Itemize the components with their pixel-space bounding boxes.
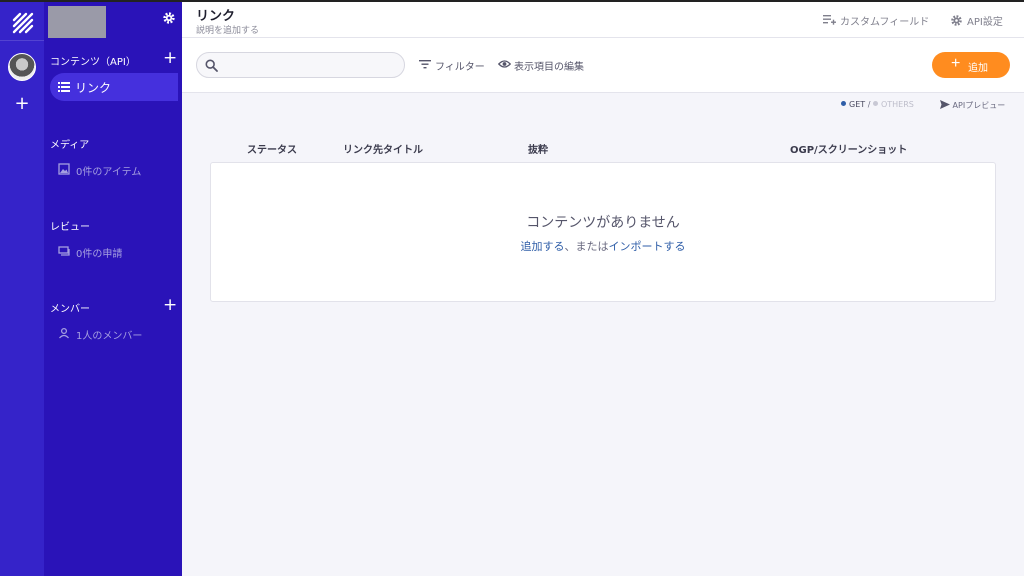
gear-icon bbox=[951, 15, 962, 26]
sidebar-item-label: 0件の申請 bbox=[76, 249, 123, 260]
empty-state-title: コンテンツがありません bbox=[526, 215, 680, 231]
service-avatar[interactable] bbox=[8, 53, 36, 81]
others-dot-icon bbox=[872, 101, 878, 106]
search-box bbox=[196, 52, 405, 78]
image-icon bbox=[58, 163, 70, 175]
others-label: OTHERS bbox=[880, 100, 914, 109]
custom-fields-label: カスタムフィールド bbox=[840, 17, 930, 28]
page-title: リンク bbox=[196, 9, 236, 24]
method-separator: / bbox=[867, 100, 871, 109]
api-settings-label: API設定 bbox=[967, 17, 1003, 28]
microcms-logo-icon[interactable] bbox=[10, 10, 34, 34]
filter-icon bbox=[419, 60, 431, 69]
edit-display-label: 表示項目の編集 bbox=[514, 62, 584, 73]
add-service-icon[interactable]: + bbox=[14, 95, 30, 113]
sidebar-item-label: リンク bbox=[75, 81, 112, 95]
list-icon bbox=[58, 82, 70, 92]
column-header-ogp[interactable]: OGP/スクリーンショット bbox=[790, 141, 907, 156]
add-api-icon[interactable]: + bbox=[163, 50, 177, 67]
get-label: GET bbox=[849, 100, 866, 109]
plus-icon: + bbox=[951, 55, 961, 72]
add-member-icon[interactable]: + bbox=[163, 297, 177, 314]
custom-field-icon bbox=[823, 15, 836, 25]
page-header: リンク 説明を追加する カスタムフィールド API設定 bbox=[182, 0, 1024, 38]
service-thumbnail[interactable] bbox=[48, 6, 106, 38]
rail-divider bbox=[0, 40, 44, 41]
add-description-link[interactable]: 説明を追加する bbox=[196, 23, 259, 36]
toolbar: フィルター 表示項目の編集 + 追加 bbox=[182, 38, 1024, 93]
review-header: レビュー bbox=[50, 222, 90, 233]
search-input[interactable] bbox=[223, 56, 398, 74]
sidebar-item-label: 0件のアイテム bbox=[76, 167, 142, 178]
import-link[interactable]: インポートする bbox=[609, 240, 686, 253]
sidebar-item-link[interactable]: リンク bbox=[50, 73, 178, 101]
gear-icon[interactable] bbox=[162, 11, 176, 25]
get-dot-icon bbox=[841, 101, 846, 106]
content-list-card: コンテンツがありません 追加する、またはインポートする bbox=[210, 162, 996, 302]
api-preview-link[interactable]: APIプレビュー bbox=[940, 100, 1005, 111]
column-header-status[interactable]: ステータス bbox=[247, 141, 297, 156]
column-header-excerpt[interactable]: 抜粋 bbox=[528, 141, 548, 156]
media-header: メディア bbox=[50, 140, 90, 151]
app-rail: + bbox=[0, 0, 44, 576]
search-icon bbox=[205, 59, 218, 72]
person-icon bbox=[59, 327, 69, 339]
filter-label: フィルター bbox=[435, 62, 485, 73]
add-content-link[interactable]: 追加する bbox=[521, 240, 565, 253]
column-header-link-title[interactable]: リンク先タイトル bbox=[343, 141, 423, 156]
send-icon bbox=[940, 100, 950, 109]
add-label: 追加 bbox=[968, 63, 988, 74]
members-header: メンバー bbox=[50, 304, 90, 315]
api-preview-label: APIプレビュー bbox=[952, 101, 1006, 110]
eye-icon bbox=[498, 60, 511, 68]
empty-state-actions: 追加する、またはインポートする bbox=[211, 238, 995, 254]
sidebar: コンテンツ（API） + リンク メディア 0件のアイテム レビュー 0件の申請… bbox=[44, 0, 182, 576]
review-icon bbox=[58, 246, 70, 256]
contents-api-header: コンテンツ（API） bbox=[50, 57, 136, 68]
api-method-toggle[interactable]: GET / OTHERS bbox=[841, 100, 914, 109]
empty-state-or: 、または bbox=[564, 240, 609, 253]
add-button[interactable]: + 追加 bbox=[932, 52, 1010, 78]
sidebar-item-label: 1人のメンバー bbox=[76, 331, 143, 342]
